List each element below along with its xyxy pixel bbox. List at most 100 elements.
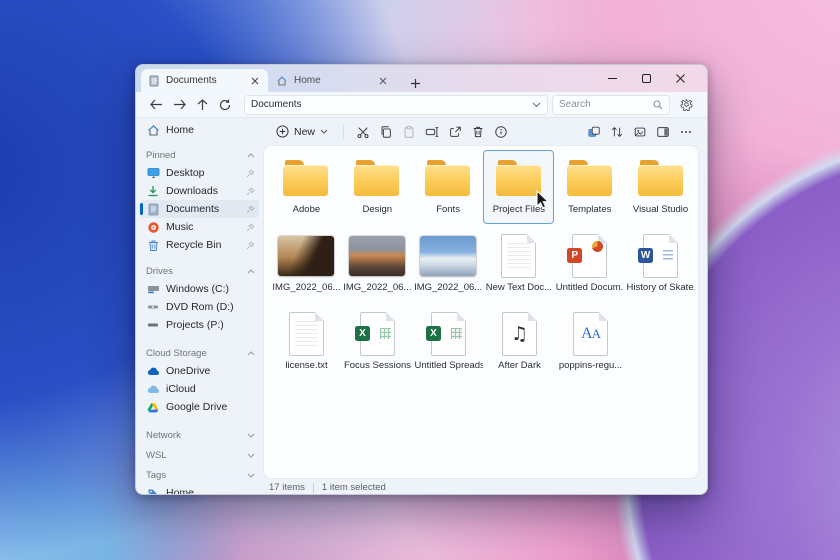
- details-pane-icon[interactable]: [652, 122, 674, 142]
- file-item-untitled-presentation[interactable]: P Untitled Docum...: [554, 228, 625, 302]
- sidebar-item-label: Home: [166, 487, 195, 495]
- file-item-design[interactable]: Design: [342, 150, 413, 224]
- pin-icon: [246, 169, 255, 178]
- settings-gear-icon[interactable]: [676, 96, 696, 114]
- document-folder-icon: [149, 75, 160, 87]
- sidebar-item-recycle-bin[interactable]: Recycle Bin: [140, 236, 259, 254]
- text-file-icon: [289, 312, 324, 356]
- file-label: license.txt: [285, 360, 328, 371]
- address-text: Documents: [251, 99, 302, 110]
- sidebar-item-music[interactable]: Music: [140, 218, 259, 236]
- file-label: Untitled Docum...: [555, 282, 624, 293]
- file-label: Untitled Spreads...: [414, 360, 483, 371]
- pin-icon: [246, 241, 255, 250]
- file-item-new-text-doc[interactable]: New Text Doc...: [483, 228, 554, 302]
- tab-documents[interactable]: Documents: [141, 69, 268, 92]
- sidebar-item-downloads[interactable]: Downloads: [140, 182, 259, 200]
- folder-icon: [566, 156, 613, 200]
- file-item-poppins-regular[interactable]: AA poppins-regu...: [555, 306, 626, 380]
- tab-home[interactable]: Home: [268, 69, 396, 92]
- sidebar-section-tags[interactable]: Tags: [146, 468, 255, 482]
- layout-view-icon[interactable]: [583, 122, 605, 142]
- file-item-focus-sessions[interactable]: X Focus Sessions: [342, 306, 413, 380]
- file-item-visual-studio[interactable]: Visual Studio: [625, 150, 696, 224]
- file-item-project-files[interactable]: Project Files: [483, 150, 555, 224]
- search-icon: [653, 99, 663, 110]
- file-label: New Text Doc...: [485, 282, 553, 293]
- toolbar-divider: [343, 123, 345, 140]
- chevron-down-icon[interactable]: [247, 453, 255, 458]
- file-item-after-dark[interactable]: ♫ After Dark: [484, 306, 555, 380]
- cut-icon[interactable]: [352, 122, 374, 142]
- tab-label: Home: [294, 75, 321, 86]
- sidebar-item-label: Windows (C:): [166, 283, 230, 295]
- chevron-up-icon[interactable]: [247, 152, 255, 158]
- home-icon: [276, 75, 288, 87]
- sidebar-item-projects-p[interactable]: Projects (P:): [140, 316, 259, 334]
- sidebar-item-windows-c[interactable]: Windows (C:): [140, 280, 259, 298]
- text-file-icon: [501, 234, 537, 278]
- sidebar-section-network[interactable]: Network: [146, 428, 255, 442]
- google-drive-icon: [146, 400, 160, 414]
- audio-file-icon: ♫: [502, 312, 537, 356]
- rename-icon[interactable]: [421, 122, 443, 142]
- close-button[interactable]: [663, 65, 697, 92]
- music-icon: [146, 220, 160, 234]
- preview-pane-icon[interactable]: [629, 122, 651, 142]
- share-icon[interactable]: [444, 122, 466, 142]
- sidebar-section-drives[interactable]: Drives: [146, 264, 255, 278]
- copy-icon[interactable]: [375, 122, 397, 142]
- section-label: Cloud Storage: [146, 347, 207, 359]
- chevron-up-icon[interactable]: [247, 268, 255, 274]
- address-bar[interactable]: Documents: [244, 94, 548, 115]
- sidebar-item-home[interactable]: Home: [140, 121, 259, 139]
- file-item-templates[interactable]: Templates: [554, 150, 625, 224]
- new-tab-button[interactable]: [406, 78, 425, 92]
- chevron-down-icon[interactable]: [247, 473, 255, 478]
- sidebar-section-cloud-storage[interactable]: Cloud Storage: [146, 346, 255, 360]
- delete-icon[interactable]: [467, 122, 489, 142]
- back-button[interactable]: [146, 96, 166, 114]
- sidebar-item-desktop[interactable]: Desktop: [140, 164, 259, 182]
- search-input[interactable]: Search: [552, 94, 670, 115]
- forward-button[interactable]: [169, 96, 189, 114]
- file-label: After Dark: [498, 360, 541, 371]
- see-more-icon[interactable]: [675, 122, 697, 142]
- section-label: Pinned: [146, 149, 176, 161]
- file-item-fonts[interactable]: Fonts: [413, 150, 484, 224]
- file-item-adobe[interactable]: Adobe: [271, 150, 342, 224]
- paste-icon[interactable]: [398, 122, 420, 142]
- sidebar-item-onedrive[interactable]: OneDrive: [140, 362, 259, 380]
- sidebar-item-google-drive[interactable]: Google Drive: [140, 398, 259, 416]
- file-item-img3[interactable]: IMG_2022_06...: [413, 228, 484, 302]
- up-button[interactable]: [192, 96, 212, 114]
- file-label: Templates: [568, 204, 612, 215]
- new-button[interactable]: New: [269, 122, 335, 142]
- maximize-button[interactable]: [629, 65, 663, 92]
- chevron-up-icon[interactable]: [247, 350, 255, 356]
- file-item-img2[interactable]: IMG_2022_06...: [342, 228, 413, 302]
- command-toolbar: New: [263, 118, 707, 145]
- tab-close-icon[interactable]: [248, 77, 262, 85]
- minimize-button[interactable]: [595, 65, 629, 92]
- chevron-down-icon[interactable]: [247, 433, 255, 438]
- sidebar-item-tag-home[interactable]: Home: [140, 484, 259, 495]
- sidebar-item-icloud[interactable]: iCloud: [140, 380, 259, 398]
- file-item-untitled-spreadsheet[interactable]: X Untitled Spreads...: [413, 306, 484, 380]
- document-icon: [146, 202, 160, 216]
- sidebar-section-pinned[interactable]: Pinned: [146, 148, 255, 162]
- refresh-button[interactable]: [215, 96, 235, 114]
- file-item-license-txt[interactable]: license.txt: [271, 306, 342, 380]
- file-item-history-of-skate[interactable]: W History of Skate...: [625, 228, 696, 302]
- address-dropdown-icon[interactable]: [532, 102, 541, 108]
- properties-icon[interactable]: [490, 122, 512, 142]
- file-label: IMG_2022_06...: [343, 282, 412, 293]
- sidebar-item-documents[interactable]: Documents: [140, 200, 259, 218]
- drive-icon: [146, 282, 160, 296]
- file-explorer-window: Documents Home Documents Search Home Pin…: [135, 64, 708, 495]
- tab-close-icon[interactable]: [376, 77, 390, 85]
- sidebar-section-wsl[interactable]: WSL: [146, 448, 255, 462]
- sidebar-item-dvd-rom[interactable]: DVD Rom (D:): [140, 298, 259, 316]
- sort-icon[interactable]: [606, 122, 628, 142]
- file-item-img1[interactable]: IMG_2022_06...: [271, 228, 342, 302]
